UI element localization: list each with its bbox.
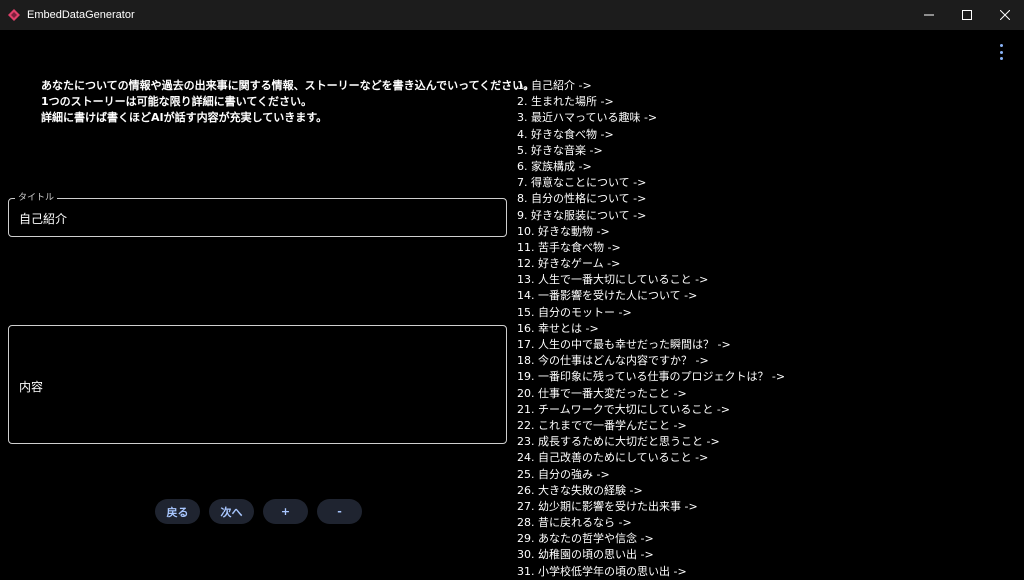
title-bar: EmbedDataGenerator bbox=[0, 0, 1024, 30]
topic-item[interactable]: 18. 今の仕事はどんな内容ですか？ -> bbox=[517, 353, 785, 369]
topic-item[interactable]: 12. 好きなゲーム -> bbox=[517, 256, 785, 272]
title-field-value[interactable]: 自己紹介 bbox=[19, 210, 67, 227]
back-button[interactable]: 戻る bbox=[155, 499, 200, 524]
topic-item[interactable]: 11. 苦手な食べ物 -> bbox=[517, 240, 785, 256]
kebab-dot bbox=[999, 57, 1003, 60]
content-field-placeholder: 内容 bbox=[19, 380, 44, 394]
topic-item[interactable]: 4. 好きな食べ物 -> bbox=[517, 127, 785, 143]
kebab-dot bbox=[999, 44, 1003, 47]
topic-item[interactable]: 17. 人生の中で最も幸せだった瞬間は？ -> bbox=[517, 337, 785, 353]
topic-item[interactable]: 1. 自己紹介 -> bbox=[517, 78, 785, 94]
close-icon bbox=[1000, 10, 1010, 20]
minimize-icon bbox=[924, 14, 934, 16]
topic-item[interactable]: 2. 生まれた場所 -> bbox=[517, 94, 785, 110]
maximize-icon bbox=[962, 10, 972, 20]
instruction-line: あなたについての情報や過去の出来事に関する情報、ストーリーなどを書き込んでいって… bbox=[41, 79, 535, 92]
topic-item[interactable]: 9. 好きな服装について -> bbox=[517, 208, 785, 224]
topic-item[interactable]: 13. 人生で一番大切にしていること -> bbox=[517, 272, 785, 288]
topic-item[interactable]: 28. 昔に戻れるなら -> bbox=[517, 515, 785, 531]
topic-item[interactable]: 7. 得意なことについて -> bbox=[517, 175, 785, 191]
topic-item[interactable]: 21. チームワークで大切にしていること -> bbox=[517, 402, 785, 418]
topic-item[interactable]: 6. 家族構成 -> bbox=[517, 159, 785, 175]
window-controls bbox=[910, 0, 1024, 30]
next-button[interactable]: 次へ bbox=[209, 499, 254, 524]
topic-item[interactable]: 29. あなたの哲学や信念 -> bbox=[517, 531, 785, 547]
topic-item[interactable]: 5. 好きな音楽 -> bbox=[517, 143, 785, 159]
topic-item[interactable]: 16. 幸せとは -> bbox=[517, 321, 785, 337]
topic-list: 1. 自己紹介 -> 2. 生まれた場所 -> 3. 最近ハマっている趣味 -> 4.… bbox=[517, 78, 785, 580]
topic-item[interactable]: 8. 自分の性格について -> bbox=[517, 191, 785, 207]
topic-item[interactable]: 10. 好きな動物 -> bbox=[517, 224, 785, 240]
title-field[interactable]: タイトル 自己紹介 bbox=[8, 192, 507, 237]
topic-item[interactable]: 14. 一番影響を受けた人について -> bbox=[517, 288, 785, 304]
topic-item[interactable]: 30. 幼稚園の頃の思い出 -> bbox=[517, 547, 785, 563]
content-field[interactable]: 内容 bbox=[8, 325, 507, 444]
instruction-line: 1つのストーリーは可能な限り詳細に書いてください。 bbox=[41, 95, 312, 108]
window-title: EmbedDataGenerator bbox=[27, 9, 135, 21]
instructions-text: あなたについての情報や過去の出来事に関する情報、ストーリーなどを書き込んでいって… bbox=[41, 78, 535, 126]
app-logo-icon bbox=[8, 9, 20, 21]
topic-item[interactable]: 15. 自分のモットー -> bbox=[517, 305, 785, 321]
topic-item[interactable]: 24. 自己改善のためにしていること -> bbox=[517, 450, 785, 466]
title-field-label: タイトル bbox=[15, 192, 58, 204]
close-button[interactable] bbox=[986, 0, 1024, 30]
remove-button[interactable]: - bbox=[317, 499, 362, 524]
add-button[interactable]: + bbox=[263, 499, 308, 524]
topic-item[interactable]: 27. 幼少期に影響を受けた出来事 -> bbox=[517, 499, 785, 515]
topic-item[interactable]: 26. 大きな失敗の経験 -> bbox=[517, 483, 785, 499]
kebab-dot bbox=[999, 50, 1003, 54]
topic-item[interactable]: 3. 最近ハマっている趣味 -> bbox=[517, 110, 785, 126]
action-buttons: 戻る 次へ + - bbox=[155, 499, 362, 524]
topic-item[interactable]: 19. 一番印象に残っている仕事のプロジェクトは？ -> bbox=[517, 369, 785, 385]
minimize-button[interactable] bbox=[910, 0, 948, 30]
topic-item[interactable]: 20. 仕事で一番大変だったこと -> bbox=[517, 386, 785, 402]
topic-item[interactable]: 22. これまでで一番学んだこと -> bbox=[517, 418, 785, 434]
more-options-icon[interactable] bbox=[996, 44, 1006, 60]
maximize-button[interactable] bbox=[948, 0, 986, 30]
topic-item[interactable]: 23. 成長するために大切だと思うこと -> bbox=[517, 434, 785, 450]
topic-item[interactable]: 25. 自分の強み -> bbox=[517, 467, 785, 483]
topic-item[interactable]: 31. 小学校低学年の頃の思い出 -> bbox=[517, 564, 785, 580]
instruction-line: 詳細に書けば書くほどAIが話す内容が充実していきます。 bbox=[41, 111, 328, 124]
